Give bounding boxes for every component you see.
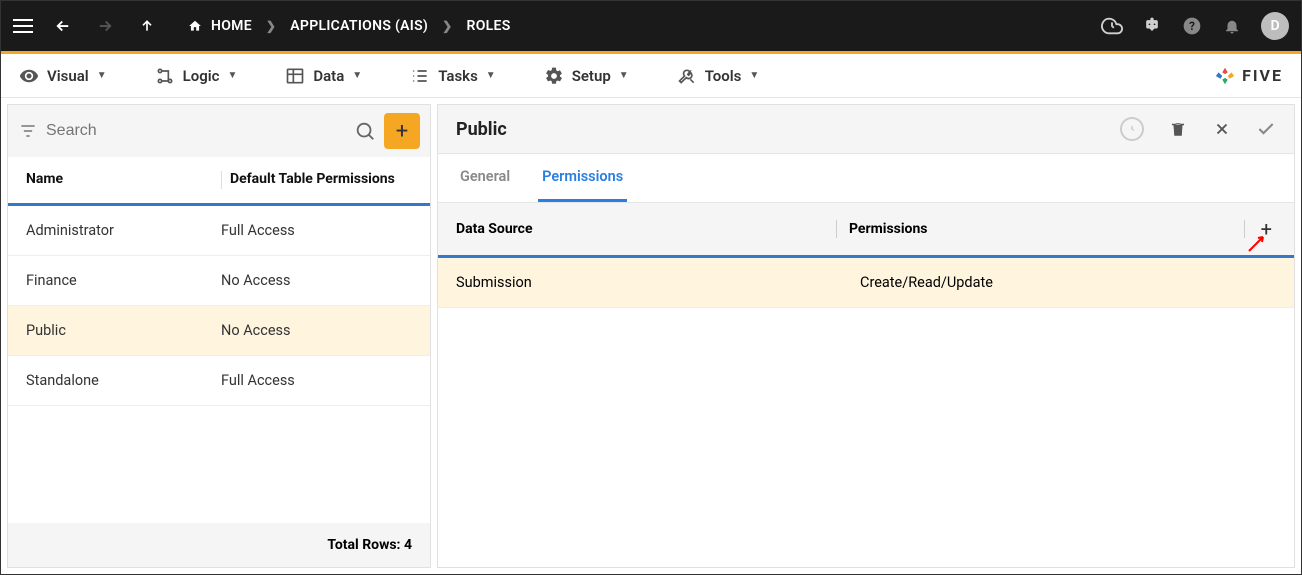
toolbar-setup[interactable]: Setup ▼ (544, 66, 629, 86)
table-row[interactable]: AdministratorFull Access (8, 206, 430, 256)
column-header-perm[interactable]: Permissions (849, 221, 1244, 237)
avatar-letter: D (1270, 18, 1279, 34)
brand: FIVE (1214, 65, 1283, 87)
add-button[interactable]: + (384, 113, 420, 149)
breadcrumb-label: ROLES (467, 18, 511, 34)
home-icon (187, 19, 203, 33)
caret-down-icon: ▼ (227, 70, 237, 81)
toolbar-label: Visual (47, 67, 89, 85)
page-title: Public (456, 119, 507, 140)
logic-icon (155, 66, 175, 86)
toolbar-label: Tools (705, 67, 742, 85)
add-permission-button[interactable]: + (1257, 217, 1276, 241)
gear-icon (544, 66, 564, 86)
delete-icon[interactable] (1168, 119, 1188, 139)
toolbar-label: Setup (572, 67, 611, 85)
toolbar-label: Logic (183, 67, 220, 85)
toolbar-label: Tasks (438, 67, 478, 85)
close-icon[interactable] (1212, 119, 1232, 139)
tab-general[interactable]: General (456, 154, 514, 202)
caret-down-icon: ▼ (749, 70, 759, 81)
cell-perm: Full Access (221, 222, 412, 239)
tools-icon (677, 66, 697, 86)
cell-datasource: Submission (456, 274, 860, 291)
up-arrow-icon[interactable] (135, 18, 159, 34)
tab-permissions[interactable]: Permissions (538, 154, 627, 202)
caret-down-icon: ▼ (619, 70, 629, 81)
column-header-name[interactable]: Name (26, 171, 221, 189)
detail-panel: Public General Permissions Data (437, 104, 1295, 568)
roles-list-panel: + Name Default Table Permissions Adminis… (7, 104, 431, 568)
check-icon[interactable] (1256, 119, 1276, 139)
menu-icon[interactable] (13, 19, 33, 33)
column-header-permissions[interactable]: Default Table Permissions (230, 171, 412, 189)
cell-permission: Create/Read/Update (860, 274, 1276, 291)
bell-icon[interactable] (1221, 15, 1243, 37)
caret-down-icon: ▼ (97, 70, 107, 81)
chat-bot-icon[interactable] (1141, 15, 1163, 37)
breadcrumb-roles[interactable]: ROLES (467, 18, 511, 34)
breadcrumb-home[interactable]: HOME (187, 18, 252, 34)
table-icon (285, 66, 305, 86)
caret-down-icon: ▼ (486, 70, 496, 81)
roles-table: Name Default Table Permissions Administr… (8, 157, 430, 567)
breadcrumb: HOME ❯ APPLICATIONS (AIS) ❯ ROLES (187, 18, 511, 34)
toolbar-visual[interactable]: Visual ▼ (19, 66, 107, 86)
search-icon[interactable] (354, 120, 376, 142)
cloud-sync-icon[interactable] (1101, 15, 1123, 37)
table-footer: Total Rows: 4 (8, 523, 430, 567)
filter-icon[interactable] (18, 121, 38, 141)
caret-down-icon: ▼ (352, 70, 362, 81)
topbar: HOME ❯ APPLICATIONS (AIS) ❯ ROLES ? D (1, 1, 1301, 51)
breadcrumb-label: APPLICATIONS (AIS) (290, 18, 428, 34)
cell-perm: No Access (221, 322, 412, 339)
cell-name: Public (26, 322, 221, 339)
tasks-icon (410, 66, 430, 86)
column-header-datasource[interactable]: Data Source (456, 221, 836, 237)
back-arrow-icon[interactable] (51, 17, 75, 35)
table-row[interactable]: FinanceNo Access (8, 256, 430, 306)
toolbar-logic[interactable]: Logic ▼ (155, 66, 238, 86)
toolbar-data[interactable]: Data ▼ (285, 66, 362, 86)
avatar[interactable]: D (1261, 12, 1289, 40)
chevron-right-icon: ❯ (266, 19, 276, 33)
svg-text:?: ? (1189, 19, 1195, 33)
toolbar-tasks[interactable]: Tasks ▼ (410, 66, 496, 86)
plus-icon: + (1261, 217, 1272, 241)
cell-perm: Full Access (221, 372, 412, 389)
detail-tabs: General Permissions (438, 154, 1294, 203)
toolbar-label: Data (313, 67, 344, 85)
toolbar: Visual ▼ Logic ▼ Data ▼ Tasks ▼ Setup ▼ … (1, 54, 1301, 98)
permission-row[interactable]: SubmissionCreate/Read/Update (438, 258, 1294, 308)
table-row[interactable]: PublicNo Access (8, 306, 430, 356)
toolbar-tools[interactable]: Tools ▼ (677, 66, 760, 86)
cell-perm: No Access (221, 272, 412, 289)
history-icon[interactable] (1120, 117, 1144, 141)
eye-icon (19, 66, 39, 86)
cell-name: Standalone (26, 372, 221, 389)
breadcrumb-label: HOME (211, 18, 252, 34)
chevron-right-icon: ❯ (442, 19, 452, 33)
cell-name: Finance (26, 272, 221, 289)
search-input[interactable] (46, 122, 346, 140)
cell-name: Administrator (26, 222, 221, 239)
breadcrumb-applications[interactable]: APPLICATIONS (AIS) (290, 18, 428, 34)
forward-arrow-icon (93, 17, 117, 35)
help-icon[interactable]: ? (1181, 15, 1203, 37)
plus-icon: + (396, 119, 408, 144)
brand-logo-icon (1214, 65, 1236, 87)
brand-text: FIVE (1242, 66, 1283, 85)
table-row[interactable]: StandaloneFull Access (8, 356, 430, 406)
